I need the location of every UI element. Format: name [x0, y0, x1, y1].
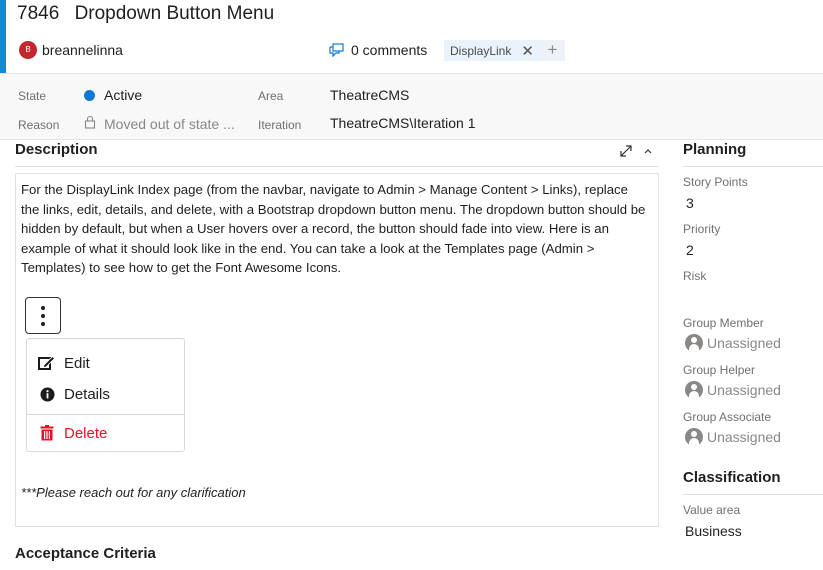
- description-heading: Description: [15, 141, 98, 158]
- state-indicator-icon: [84, 90, 95, 101]
- value-area-label: Value area: [683, 503, 741, 517]
- edit-icon: [38, 355, 56, 371]
- lock-icon: [84, 115, 96, 129]
- work-item-title[interactable]: 7846 Dropdown Button Menu: [17, 3, 274, 25]
- priority-label: Priority: [683, 222, 721, 236]
- tag-displaylink[interactable]: DisplayLink ✕: [444, 40, 540, 61]
- assignee-name[interactable]: breannelinna: [42, 42, 123, 58]
- reason-label: Reason: [18, 118, 60, 132]
- group-member-value[interactable]: Unassigned: [707, 335, 781, 351]
- menu-item-details: Details: [27, 381, 184, 407]
- description-text: For the DisplayLink Index page (from the…: [21, 182, 646, 275]
- menu-item-label: Details: [64, 385, 110, 403]
- dot-icon: [41, 305, 45, 310]
- priority-field[interactable]: 2: [686, 242, 694, 258]
- avatar[interactable]: B: [19, 41, 37, 59]
- divider: [15, 166, 658, 167]
- menu-item-label: Delete: [64, 424, 108, 442]
- group-member-field[interactable]: Unassigned: [685, 334, 781, 352]
- add-tag-button[interactable]: +: [540, 40, 565, 61]
- area-field[interactable]: TheatreCMS: [330, 87, 409, 103]
- planning-heading: Planning: [683, 141, 747, 158]
- clarification-note: ***Please reach out for any clarificatio…: [21, 485, 246, 500]
- user-icon: [685, 334, 703, 352]
- dot-icon: [41, 321, 45, 326]
- story-points-field[interactable]: 3: [686, 195, 694, 211]
- remove-tag-icon[interactable]: ✕: [521, 42, 534, 60]
- vertical-dots-button: [25, 297, 61, 334]
- work-item-id: 7846: [17, 3, 60, 24]
- work-item-type-accent: [0, 0, 6, 73]
- group-associate-field[interactable]: Unassigned: [685, 428, 781, 446]
- work-item-title-text[interactable]: Dropdown Button Menu: [75, 3, 275, 24]
- risk-label: Risk: [683, 269, 707, 283]
- group-associate-label: Group Associate: [683, 410, 772, 424]
- classification-heading: Classification: [683, 469, 781, 486]
- divider: [683, 166, 823, 167]
- state-dropdown[interactable]: Active: [104, 87, 142, 103]
- iteration-field[interactable]: TheatreCMS\Iteration 1: [330, 115, 476, 131]
- menu-item-label: Edit: [64, 354, 90, 372]
- description-controls: [619, 144, 653, 158]
- menu-item-delete: Delete: [27, 420, 184, 446]
- menu-divider: [27, 414, 184, 415]
- group-helper-label: Group Helper: [683, 363, 756, 377]
- trash-icon: [38, 425, 56, 441]
- story-points-label: Story Points: [683, 175, 748, 189]
- state-label: State: [18, 89, 47, 103]
- chevron-up-icon[interactable]: [643, 146, 653, 156]
- menu-item-edit: Edit: [27, 350, 184, 376]
- group-associate-value[interactable]: Unassigned: [707, 429, 781, 445]
- tag-label: DisplayLink: [450, 43, 512, 58]
- area-label: Area: [258, 89, 284, 103]
- reason-field: Moved out of state ...: [104, 116, 235, 132]
- comments-count[interactable]: 0 comments: [351, 42, 427, 58]
- example-dropdown-menu: Edit Details Delete: [26, 338, 185, 452]
- user-icon: [685, 428, 703, 446]
- comment-icon: [329, 43, 344, 57]
- dot-icon: [41, 313, 45, 318]
- group-member-label: Group Member: [683, 316, 764, 330]
- group-helper-field[interactable]: Unassigned: [685, 381, 781, 399]
- group-helper-value[interactable]: Unassigned: [707, 382, 781, 398]
- expand-icon[interactable]: [619, 144, 633, 158]
- comments-link[interactable]: 0 comments: [329, 42, 427, 58]
- value-area-field[interactable]: Business: [685, 523, 742, 539]
- user-icon: [685, 381, 703, 399]
- divider: [683, 494, 823, 495]
- acceptance-criteria-heading: Acceptance Criteria: [15, 545, 156, 562]
- iteration-label: Iteration: [258, 118, 302, 132]
- info-circle-icon: [38, 387, 56, 402]
